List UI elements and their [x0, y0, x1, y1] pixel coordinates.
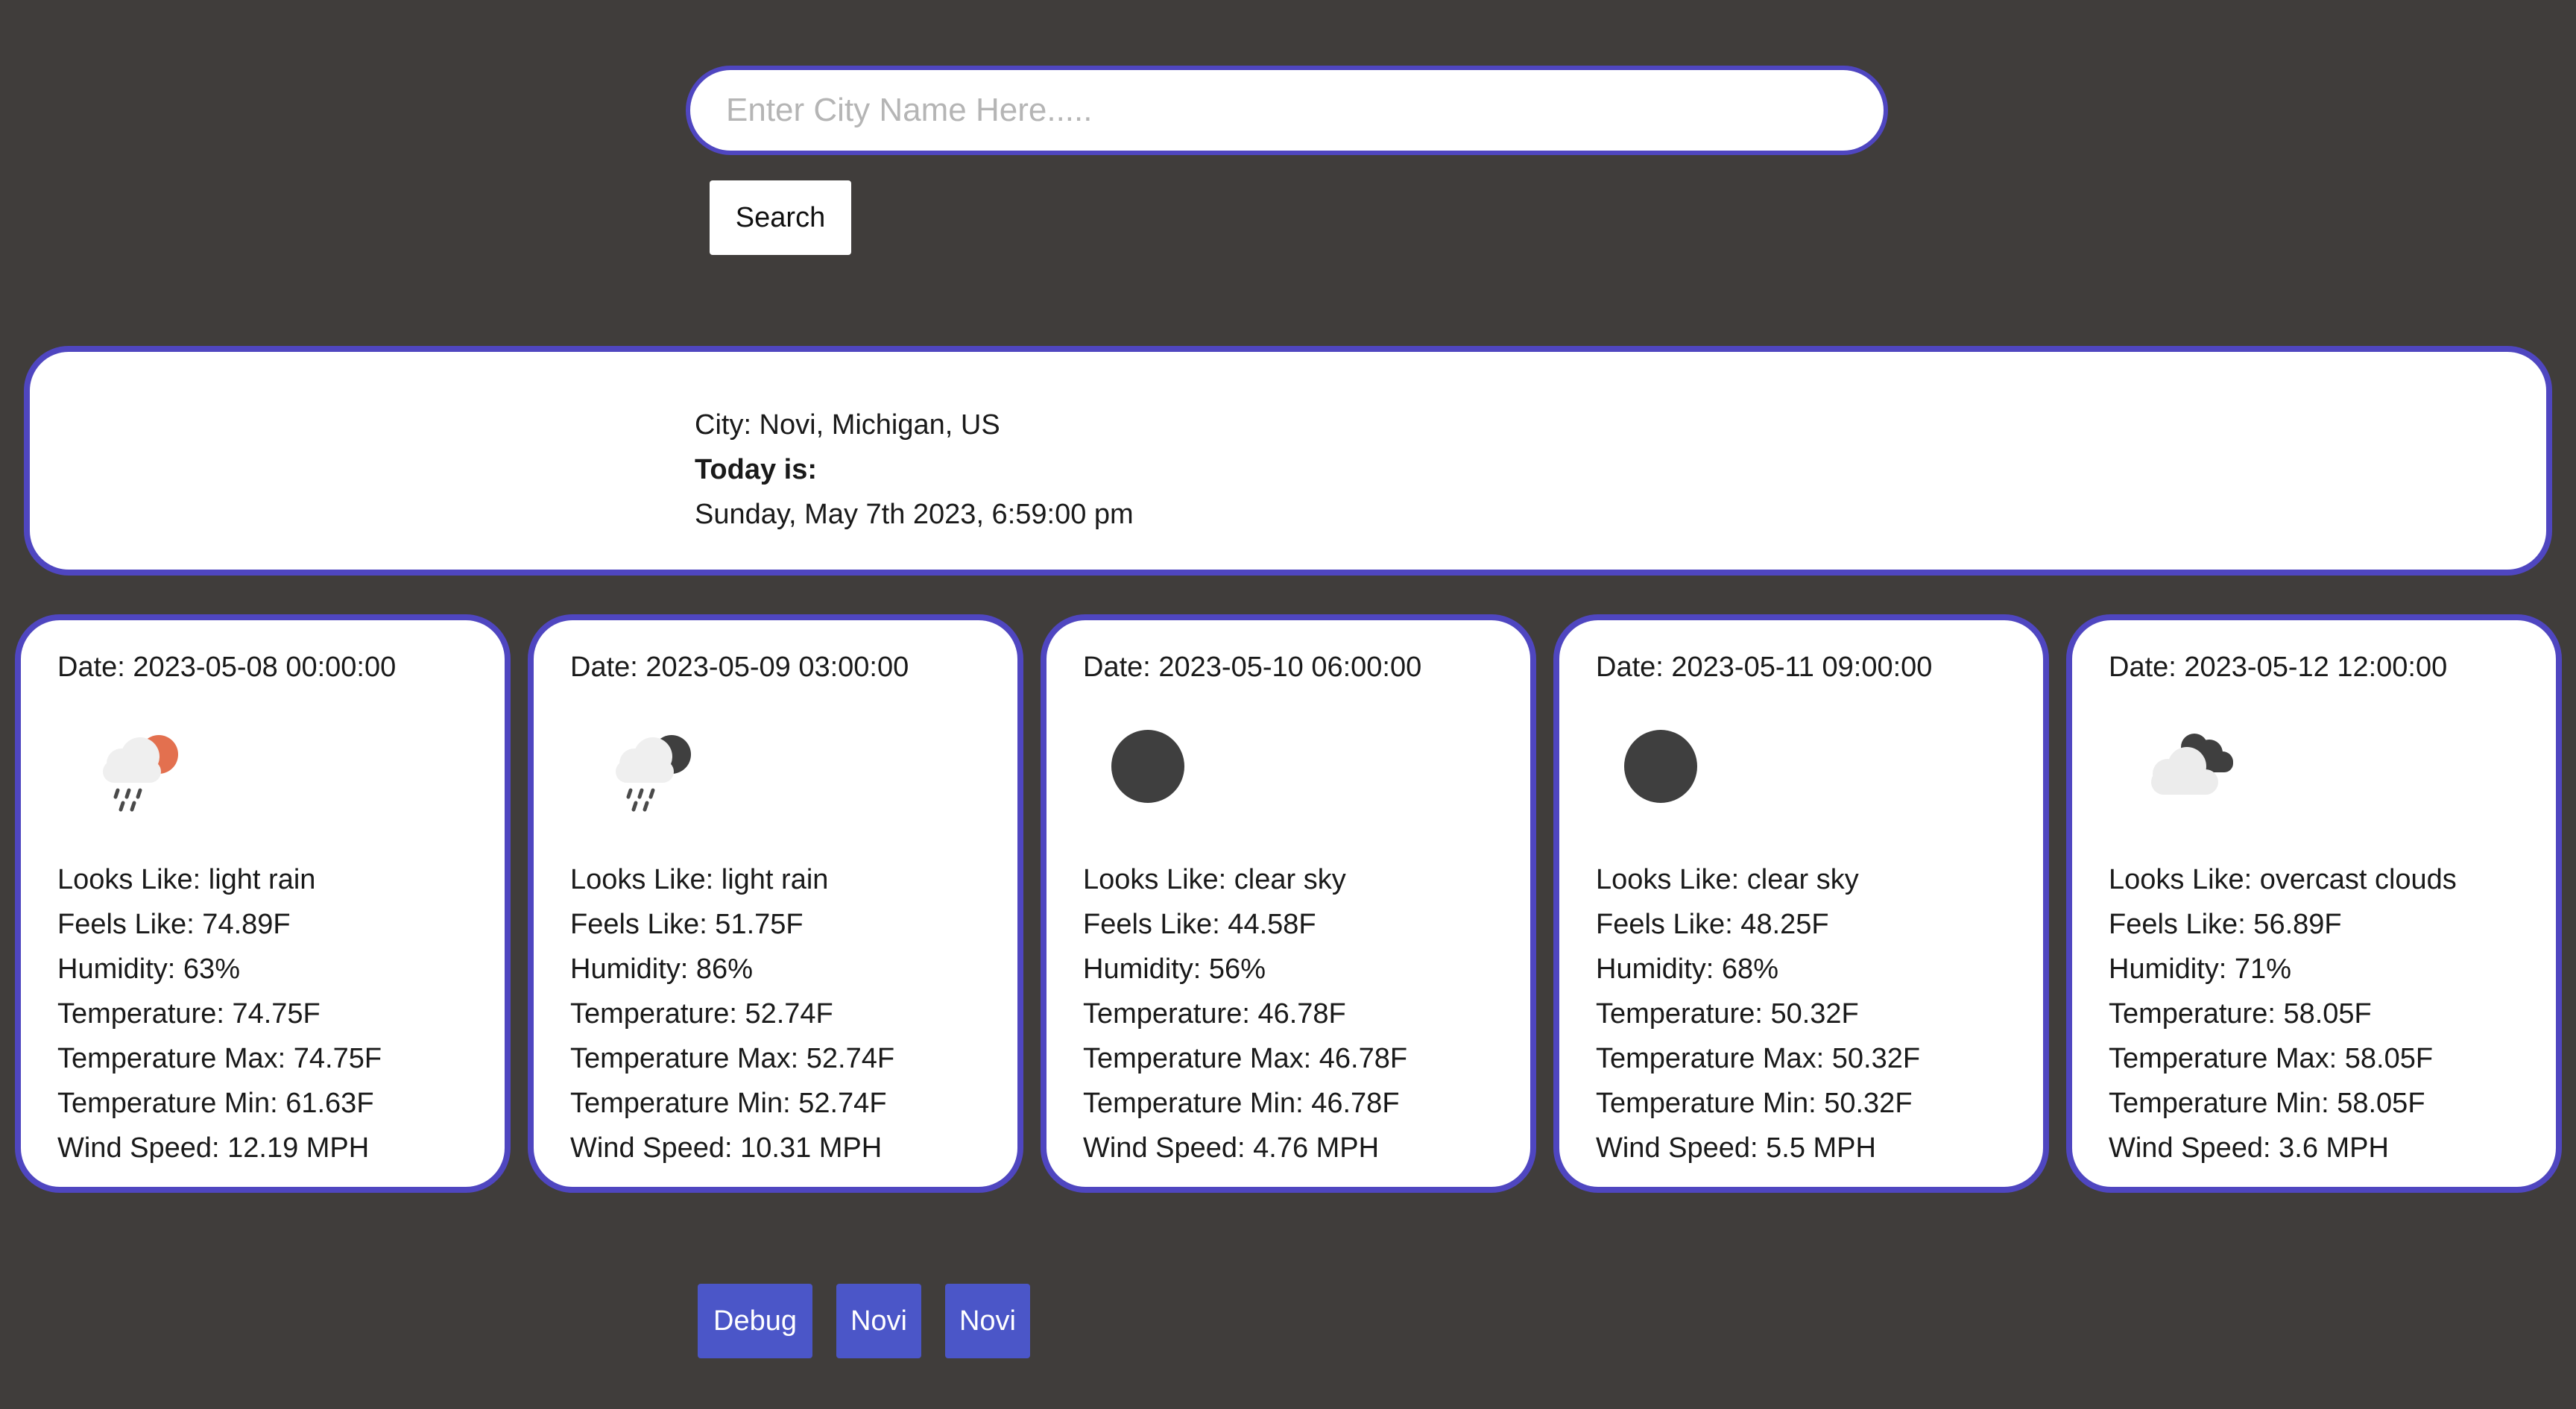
- looks-like: Looks Like: clear sky: [1083, 864, 1346, 895]
- temperature-max: Temperature Max: 74.75F: [57, 1043, 382, 1074]
- wind-speed: Wind Speed: 10.31 MPH: [570, 1132, 883, 1164]
- wind-speed: Wind Speed: 5.5 MPH: [1596, 1132, 1876, 1164]
- forecast-card: Date: 2023-05-11 09:00:00 Looks Like: cl…: [1553, 614, 2049, 1193]
- feels-like: Feels Like: 44.58F: [1083, 909, 1316, 940]
- forecast-date: Date: 2023-05-09 03:00:00: [570, 652, 909, 683]
- looks-like: Looks Like: clear sky: [1596, 864, 1859, 895]
- search-button[interactable]: Search: [710, 180, 851, 255]
- rain-with-sun-icon: [80, 717, 215, 829]
- feels-like: Feels Like: 51.75F: [570, 909, 804, 940]
- current-city-panel: City: Novi, Michigan, US Today is: Sunda…: [24, 346, 2552, 576]
- forecast-details: Looks Like: light rain Feels Like: 51.75…: [570, 857, 894, 1170]
- temperature: Temperature: 52.74F: [570, 998, 833, 1030]
- temperature-min: Temperature Min: 52.74F: [570, 1088, 887, 1119]
- humidity: Humidity: 68%: [1596, 953, 1778, 985]
- temperature-min: Temperature Min: 46.78F: [1083, 1088, 1400, 1119]
- current-city-info: City: Novi, Michigan, US Today is: Sunda…: [695, 403, 1134, 537]
- saved-city-button-novi[interactable]: Novi: [945, 1284, 1030, 1358]
- looks-like: Looks Like: overcast clouds: [2109, 864, 2457, 895]
- looks-like: Looks Like: light rain: [57, 864, 316, 895]
- feels-like: Feels Like: 48.25F: [1596, 909, 1829, 940]
- city-name: City: Novi, Michigan, US: [695, 409, 1000, 441]
- forecast-card: Date: 2023-05-12 12:00:00 Looks Like: ov…: [2066, 614, 2562, 1193]
- rain-with-moon-icon: [593, 717, 727, 829]
- temperature: Temperature: 74.75F: [57, 998, 321, 1030]
- wind-speed: Wind Speed: 4.76 MPH: [1083, 1132, 1380, 1164]
- temperature: Temperature: 50.32F: [1596, 998, 1859, 1030]
- temperature-max: Temperature Max: 50.32F: [1596, 1043, 1921, 1074]
- saved-city-button-novi[interactable]: Novi: [836, 1284, 921, 1358]
- forecast-card: Date: 2023-05-08 00:00:00 Looks Like: li…: [15, 614, 511, 1193]
- city-search-input[interactable]: [686, 66, 1888, 155]
- temperature-max: Temperature Max: 58.05F: [2109, 1043, 2434, 1074]
- debug-button[interactable]: Debug: [698, 1284, 812, 1358]
- feels-like: Feels Like: 56.89F: [2109, 909, 2342, 940]
- forecast-details: Looks Like: clear sky Feels Like: 48.25F…: [1596, 857, 1920, 1170]
- forecast-details: Looks Like: overcast clouds Feels Like: …: [2109, 857, 2457, 1170]
- humidity: Humidity: 71%: [2109, 953, 2291, 985]
- forecast-details: Looks Like: light rain Feels Like: 74.89…: [57, 857, 382, 1170]
- temperature-max: Temperature Max: 52.74F: [570, 1043, 895, 1074]
- temperature: Temperature: 46.78F: [1083, 998, 1346, 1030]
- humidity: Humidity: 56%: [1083, 953, 1266, 985]
- feels-like: Feels Like: 74.89F: [57, 909, 291, 940]
- temperature-min: Temperature Min: 61.63F: [57, 1088, 374, 1119]
- looks-like: Looks Like: light rain: [570, 864, 829, 895]
- forecast-date: Date: 2023-05-08 00:00:00: [57, 652, 397, 683]
- moon-icon: [1106, 717, 1240, 829]
- wind-speed: Wind Speed: 12.19 MPH: [57, 1132, 370, 1164]
- humidity: Humidity: 63%: [57, 953, 240, 985]
- forecast-details: Looks Like: clear sky Feels Like: 44.58F…: [1083, 857, 1407, 1170]
- wind-speed: Wind Speed: 3.6 MPH: [2109, 1132, 2389, 1164]
- overcast-clouds-icon: [2132, 717, 2266, 829]
- current-datetime: Sunday, May 7th 2023, 6:59:00 pm: [695, 499, 1134, 530]
- temperature: Temperature: 58.05F: [2109, 998, 2372, 1030]
- humidity: Humidity: 86%: [570, 953, 753, 985]
- temperature-max: Temperature Max: 46.78F: [1083, 1043, 1408, 1074]
- today-label: Today is:: [695, 454, 817, 485]
- forecast-date: Date: 2023-05-12 12:00:00: [2109, 652, 2448, 683]
- forecast-date: Date: 2023-05-11 09:00:00: [1596, 652, 1933, 683]
- temperature-min: Temperature Min: 50.32F: [1596, 1088, 1913, 1119]
- temperature-min: Temperature Min: 58.05F: [2109, 1088, 2425, 1119]
- forecast-card: Date: 2023-05-10 06:00:00 Looks Like: cl…: [1041, 614, 1536, 1193]
- forecast-card: Date: 2023-05-09 03:00:00 Looks Like: li…: [528, 614, 1023, 1193]
- moon-icon: [1619, 717, 1753, 829]
- forecast-date: Date: 2023-05-10 06:00:00: [1083, 652, 1422, 683]
